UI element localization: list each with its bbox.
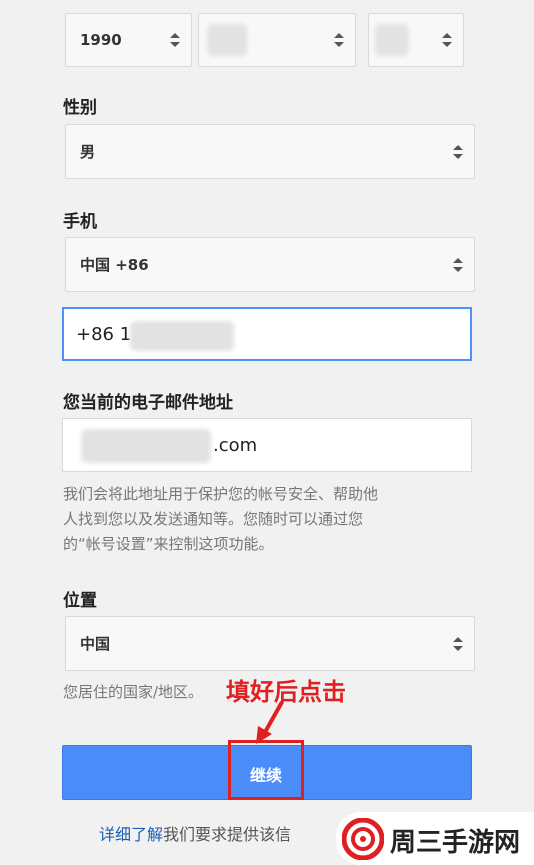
learn-more-link[interactable]: 详细了解 <box>99 825 163 844</box>
location-select[interactable]: 中国 <box>65 616 475 671</box>
gender-label: 性别 <box>63 98 97 118</box>
phone-number-value: +86 1 <box>76 323 132 345</box>
birth-year-value: 1990 <box>80 31 122 49</box>
birth-year-select[interactable]: 1990 <box>65 13 192 67</box>
email-help-line: 的“帐号设置”来控制这项功能。 <box>63 535 274 553</box>
gender-value: 男 <box>80 143 96 161</box>
email-help-line: 我们会将此地址用于保护您的帐号安全、帮助他 <box>63 485 379 503</box>
email-help-text: 我们会将此地址用于保护您的帐号安全、帮助他 人找到您以及发送通知等。您随时可以通… <box>63 482 378 557</box>
continue-button-label: 继续 <box>250 766 283 785</box>
blurred-day <box>375 24 409 56</box>
annotation-text: 填好后点击 <box>226 678 346 706</box>
location-help-text: 您居住的国家/地区。 <box>63 683 204 701</box>
footer-note: 我们要求提供该信 <box>163 825 292 844</box>
footer-text: 详细了解我们要求提供该信 <box>99 821 291 845</box>
watermark: 周三手游网 <box>336 812 534 865</box>
select-arrows-icon <box>170 33 180 47</box>
email-input[interactable]: .com <box>62 418 472 472</box>
birth-month-select[interactable] <box>198 13 356 67</box>
location-value: 中国 <box>80 635 111 653</box>
birth-day-select[interactable] <box>368 13 464 67</box>
phone-label: 手机 <box>63 212 97 232</box>
location-label: 位置 <box>63 591 97 611</box>
blurred-month <box>207 24 247 56</box>
email-value: .com <box>213 434 258 456</box>
select-arrows-icon <box>334 33 344 47</box>
select-arrows-icon <box>453 257 463 272</box>
watermark-logo-icon <box>342 818 384 860</box>
phone-country-select[interactable]: 中国 +86 <box>65 237 475 292</box>
watermark-text: 周三手游网 <box>390 828 521 858</box>
email-help-line: 人找到您以及发送通知等。您随时可以通过您 <box>63 510 364 528</box>
blurred-phone-digits <box>130 321 234 351</box>
phone-country-value: 中国 +86 <box>80 256 149 274</box>
blurred-email-user <box>81 429 211 463</box>
gender-select[interactable]: 男 <box>65 124 475 179</box>
select-arrows-icon <box>453 636 463 651</box>
phone-number-input[interactable]: +86 1 <box>62 307 472 361</box>
email-label: 您当前的电子邮件地址 <box>63 393 233 413</box>
select-arrows-icon <box>442 33 452 47</box>
select-arrows-icon <box>453 144 463 159</box>
